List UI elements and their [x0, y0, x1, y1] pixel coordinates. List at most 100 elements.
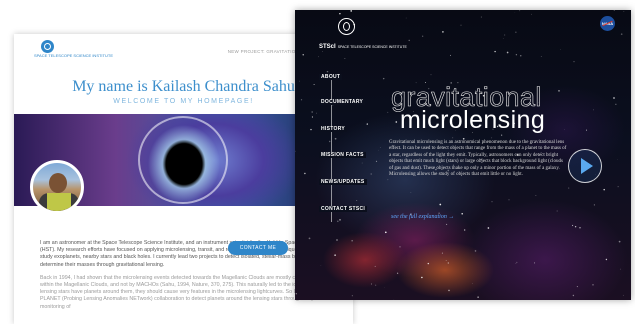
star [618, 186, 619, 187]
star [446, 224, 447, 225]
star [461, 25, 462, 26]
star [504, 35, 505, 36]
star [621, 33, 623, 35]
nav-mission-facts[interactable]: MISSION FACTS [319, 152, 366, 158]
star [575, 226, 576, 227]
play-video-icon[interactable] [568, 149, 602, 183]
stsci-logo-icon [338, 18, 355, 35]
star [574, 61, 575, 62]
star [491, 201, 492, 202]
star [378, 150, 379, 151]
star [614, 10, 615, 11]
star [517, 262, 518, 263]
star [503, 39, 504, 40]
stsci-logo[interactable]: STScISPACE TELESCOPE SCIENCE INSTITUTE [319, 18, 379, 56]
avatar [30, 160, 84, 214]
star [557, 211, 558, 212]
stsci-logo[interactable]: SPACE TELESCOPE SCIENCE INSTITUTE [34, 40, 60, 58]
star [448, 290, 450, 292]
star [593, 284, 594, 285]
star [615, 104, 616, 105]
star [334, 254, 336, 256]
star [439, 204, 441, 206]
star [296, 293, 297, 294]
nav-news-updates[interactable]: NEWS/UPDATES [319, 179, 367, 185]
star [352, 240, 353, 241]
star [624, 11, 625, 12]
nav-documentary[interactable]: DOCUMENTARY [319, 99, 365, 105]
star [371, 284, 372, 285]
star [577, 286, 578, 287]
star [475, 250, 477, 252]
star [388, 180, 389, 181]
star [397, 273, 398, 274]
stsci-logo-text: SPACE TELESCOPE SCIENCE INSTITUTE [34, 54, 60, 58]
star [442, 253, 443, 254]
star [620, 269, 621, 270]
full-explanation-link[interactable]: see the full explanation → [391, 214, 454, 220]
star [507, 52, 509, 54]
star [295, 151, 296, 152]
star [613, 97, 615, 99]
star [568, 188, 569, 189]
star [362, 163, 363, 164]
star [299, 81, 300, 82]
nasa-logo[interactable]: NASA [600, 16, 615, 31]
nav-contact-stsci[interactable]: CONTACT STSCI [319, 206, 367, 212]
star [367, 123, 368, 124]
star [422, 36, 423, 37]
contact-me-button[interactable]: CONTACT ME [228, 241, 288, 255]
star [339, 219, 340, 220]
star [387, 112, 388, 113]
star [312, 112, 313, 113]
star [534, 262, 535, 263]
star [309, 238, 311, 240]
star [345, 58, 346, 59]
star [452, 137, 453, 138]
star [333, 105, 334, 106]
intro-text: Gravitational microlensing is an astrono… [389, 140, 567, 178]
star [314, 84, 315, 85]
star [421, 277, 422, 278]
star [442, 31, 444, 33]
star [516, 263, 517, 264]
star [619, 241, 621, 243]
star [301, 99, 302, 100]
title-microlensing: microlensing [400, 106, 545, 135]
stsci-logo-icon [41, 40, 54, 53]
stsci-brand: STScI [319, 44, 336, 50]
star [492, 138, 493, 139]
star [472, 283, 473, 284]
nav-about[interactable]: ABOUT [319, 74, 342, 80]
star [464, 229, 465, 230]
star [316, 113, 317, 114]
star [516, 54, 517, 55]
star [494, 51, 495, 52]
star [450, 55, 451, 56]
star [558, 90, 559, 91]
star [304, 173, 305, 174]
star [375, 285, 376, 286]
star [520, 55, 521, 56]
nav-history[interactable]: HISTORY [319, 126, 347, 132]
star [461, 213, 463, 215]
star [303, 54, 304, 55]
star [356, 200, 357, 201]
star [321, 265, 322, 266]
stsci-institute: SPACE TELESCOPE SCIENCE INSTITUTE [338, 45, 407, 49]
star [536, 195, 537, 196]
nav-timeline [331, 74, 332, 222]
star [623, 295, 624, 296]
star [515, 32, 516, 33]
star [335, 138, 337, 140]
star [586, 130, 587, 131]
star [446, 260, 447, 261]
star [411, 193, 412, 194]
star [573, 295, 574, 296]
star [312, 116, 313, 117]
star [431, 74, 432, 75]
star [310, 129, 311, 130]
star [327, 71, 329, 73]
star [380, 147, 381, 148]
star [594, 204, 595, 205]
